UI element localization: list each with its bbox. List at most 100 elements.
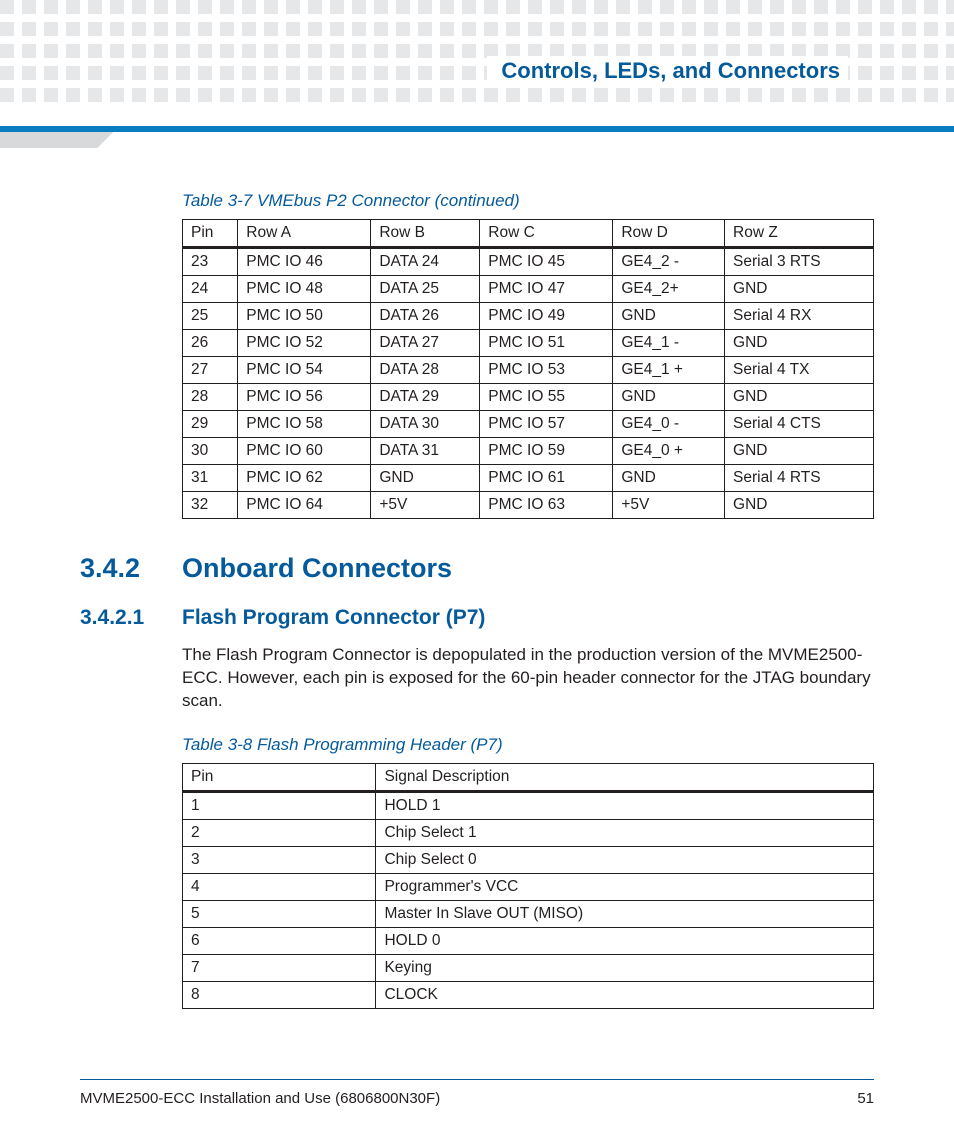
table-cell: PMC IO 53 <box>480 357 613 384</box>
table-cell: GE4_0 - <box>613 411 725 438</box>
table-cell: HOLD 0 <box>376 927 874 954</box>
table-row: 6HOLD 0 <box>183 927 874 954</box>
table-cell: PMC IO 58 <box>238 411 371 438</box>
table-cell: DATA 31 <box>371 438 480 465</box>
table-cell: CLOCK <box>376 981 874 1008</box>
table-cell: Serial 4 RTS <box>725 465 874 492</box>
table-3-8: PinSignal Description 1HOLD 12Chip Selec… <box>182 763 874 1009</box>
table-header-cell: Row B <box>371 220 480 248</box>
table-cell: PMC IO 63 <box>480 492 613 519</box>
header-rule-grey <box>0 132 210 148</box>
table-cell: Programmer's VCC <box>376 873 874 900</box>
table-cell: DATA 25 <box>371 276 480 303</box>
table-cell: PMC IO 56 <box>238 384 371 411</box>
table-3-8-caption: Table 3-8 Flash Programming Header (P7) <box>182 735 874 755</box>
table-cell: GE4_0 + <box>613 438 725 465</box>
table-cell: 28 <box>183 384 238 411</box>
table-row: 1HOLD 1 <box>183 791 874 819</box>
table-cell: 5 <box>183 900 376 927</box>
page-content: Table 3-7 VMEbus P2 Connector (continued… <box>80 185 874 1009</box>
table-row: 25PMC IO 50DATA 26PMC IO 49GNDSerial 4 R… <box>183 303 874 330</box>
footer-page-number: 51 <box>857 1090 874 1107</box>
table-row: 3Chip Select 0 <box>183 846 874 873</box>
table-cell: PMC IO 62 <box>238 465 371 492</box>
table-cell: 32 <box>183 492 238 519</box>
table-cell: Serial 4 CTS <box>725 411 874 438</box>
table-cell: PMC IO 54 <box>238 357 371 384</box>
table-cell: 26 <box>183 330 238 357</box>
table-row: 4Programmer's VCC <box>183 873 874 900</box>
table-row: 23PMC IO 46DATA 24PMC IO 45GE4_2 -Serial… <box>183 248 874 276</box>
table-row: 30PMC IO 60DATA 31PMC IO 59GE4_0 +GND <box>183 438 874 465</box>
table-3-7-caption: Table 3-7 VMEbus P2 Connector (continued… <box>182 191 874 211</box>
table-cell: 4 <box>183 873 376 900</box>
table-cell: Keying <box>376 954 874 981</box>
table-cell: PMC IO 50 <box>238 303 371 330</box>
table-cell: PMC IO 48 <box>238 276 371 303</box>
table-cell: DATA 24 <box>371 248 480 276</box>
table-cell: PMC IO 52 <box>238 330 371 357</box>
table-cell: 29 <box>183 411 238 438</box>
table-cell: 25 <box>183 303 238 330</box>
table-cell: Serial 4 RX <box>725 303 874 330</box>
table-row: 2Chip Select 1 <box>183 819 874 846</box>
table-cell: Chip Select 0 <box>376 846 874 873</box>
table-cell: GND <box>725 492 874 519</box>
table-cell: GE4_1 - <box>613 330 725 357</box>
table-cell: PMC IO 59 <box>480 438 613 465</box>
table-cell: Master In Slave OUT (MISO) <box>376 900 874 927</box>
table-cell: GE4_1 + <box>613 357 725 384</box>
table-cell: DATA 28 <box>371 357 480 384</box>
table-3-7: PinRow ARow BRow CRow DRow Z 23PMC IO 46… <box>182 219 874 519</box>
table-cell: GND <box>613 303 725 330</box>
table-cell: GND <box>725 330 874 357</box>
table-cell: DATA 27 <box>371 330 480 357</box>
table-header-cell: Signal Description <box>376 763 874 791</box>
table-cell: 8 <box>183 981 376 1008</box>
section-title: Onboard Connectors <box>182 553 452 584</box>
decorative-dot-background <box>0 0 954 110</box>
table-header-cell: Row A <box>238 220 371 248</box>
table-cell: +5V <box>371 492 480 519</box>
table-cell: 23 <box>183 248 238 276</box>
footer-doc-title: MVME2500-ECC Installation and Use (68068… <box>80 1090 440 1107</box>
table-row: 28PMC IO 56DATA 29PMC IO 55GNDGND <box>183 384 874 411</box>
table-cell: 7 <box>183 954 376 981</box>
table-cell: 6 <box>183 927 376 954</box>
table-cell: PMC IO 60 <box>238 438 371 465</box>
page-footer: MVME2500-ECC Installation and Use (68068… <box>80 1079 874 1107</box>
table-cell: 3 <box>183 846 376 873</box>
table-cell: GND <box>371 465 480 492</box>
table-cell: GND <box>725 438 874 465</box>
table-cell: PMC IO 61 <box>480 465 613 492</box>
table-cell: GND <box>613 384 725 411</box>
table-cell: +5V <box>613 492 725 519</box>
table-cell: DATA 26 <box>371 303 480 330</box>
table-row: 26PMC IO 52DATA 27PMC IO 51GE4_1 -GND <box>183 330 874 357</box>
table-cell: DATA 30 <box>371 411 480 438</box>
table-row: 5Master In Slave OUT (MISO) <box>183 900 874 927</box>
table-row: 7Keying <box>183 954 874 981</box>
table-cell: DATA 29 <box>371 384 480 411</box>
table-row: 27PMC IO 54DATA 28PMC IO 53GE4_1 +Serial… <box>183 357 874 384</box>
table-cell: 24 <box>183 276 238 303</box>
page-header-title: Controls, LEDs, and Connectors <box>487 56 848 86</box>
table-cell: Serial 3 RTS <box>725 248 874 276</box>
table-cell: 1 <box>183 791 376 819</box>
section-number: 3.4.2 <box>80 553 152 584</box>
table-cell: 30 <box>183 438 238 465</box>
table-cell: 2 <box>183 819 376 846</box>
table-cell: GND <box>725 276 874 303</box>
table-row: 31PMC IO 62GNDPMC IO 61GNDSerial 4 RTS <box>183 465 874 492</box>
table-cell: Serial 4 TX <box>725 357 874 384</box>
table-cell: Chip Select 1 <box>376 819 874 846</box>
table-row: 32PMC IO 64+5VPMC IO 63+5VGND <box>183 492 874 519</box>
table-cell: PMC IO 47 <box>480 276 613 303</box>
table-cell: PMC IO 57 <box>480 411 613 438</box>
section-3-4-2-1-heading: 3.4.2.1 Flash Program Connector (P7) <box>80 606 874 630</box>
table-cell: GND <box>613 465 725 492</box>
table-cell: GE4_2 - <box>613 248 725 276</box>
table-cell: PMC IO 49 <box>480 303 613 330</box>
table-header-cell: Row D <box>613 220 725 248</box>
table-cell: HOLD 1 <box>376 791 874 819</box>
